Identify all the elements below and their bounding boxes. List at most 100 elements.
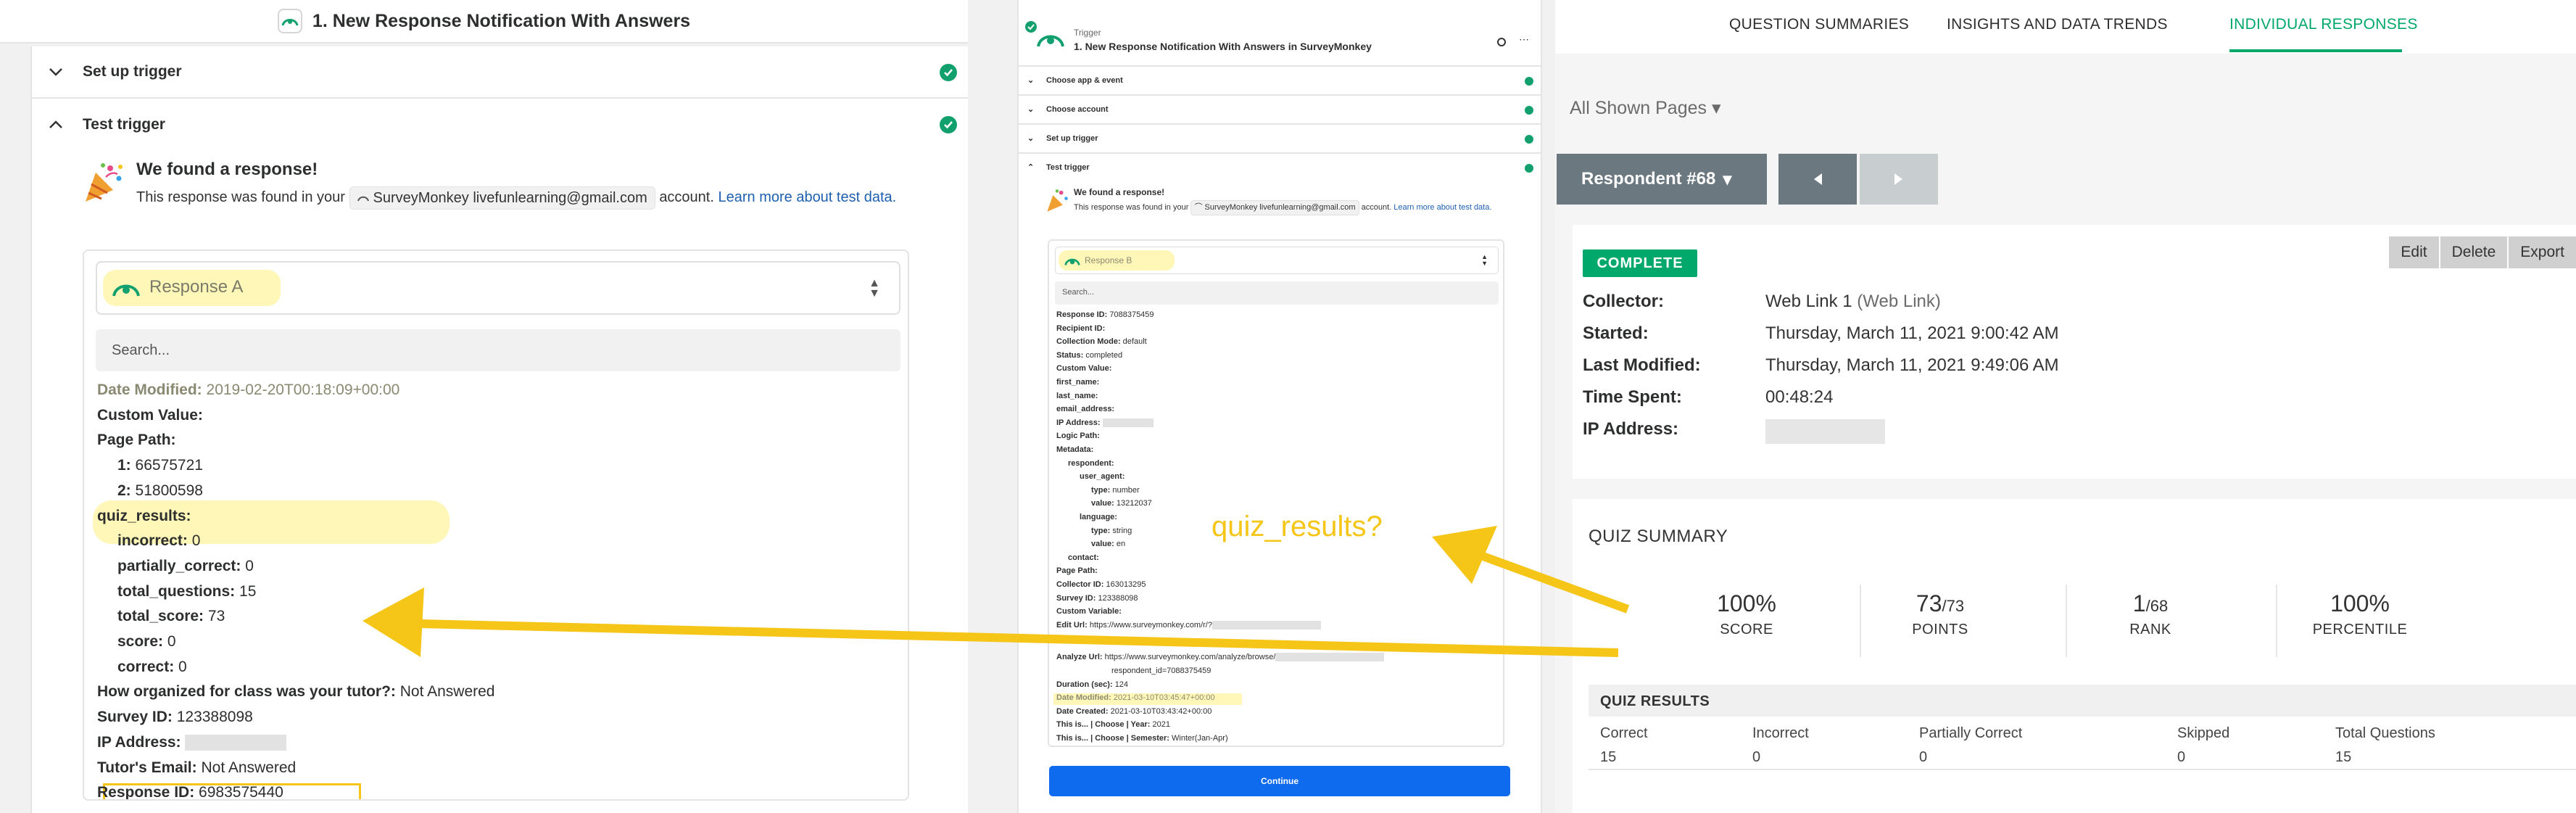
stat-value: 1/68 <box>2082 590 2219 617</box>
field-value: 13212037 <box>1116 499 1152 508</box>
found-description: This response was found in your ⌒ Survey… <box>1074 200 1523 215</box>
edit-button[interactable]: Edit <box>2389 236 2439 268</box>
field-row: first_name: <box>1056 378 1099 389</box>
field-label: Page Path: <box>97 432 176 449</box>
help-icon[interactable] <box>1497 38 1506 46</box>
detail-value: Thursday, March 11, 2021 9:49:06 AM <box>1765 355 2059 375</box>
detail-value: Thursday, March 11, 2021 9:00:42 AM <box>1765 323 2059 343</box>
more-options-icon[interactable]: ⋯ <box>1519 33 1529 46</box>
field-row: type: string <box>1091 527 1132 538</box>
previous-response-button[interactable] <box>1778 154 1857 205</box>
continue-button[interactable]: Continue <box>1049 766 1510 796</box>
setup-trigger-section[interactable]: ⌄ Set up trigger <box>1019 125 1541 154</box>
field-value: string <box>1112 526 1132 535</box>
detail-value <box>1765 419 1885 444</box>
setup-trigger-section[interactable]: Set up trigger <box>32 46 970 99</box>
results-col-value: 0 <box>2177 749 2186 765</box>
field-value: 2019-02-20T00:18:09+00:00 <box>206 381 400 398</box>
export-button[interactable]: Export <box>2509 236 2576 268</box>
results-col-value: 15 <box>1600 749 1617 765</box>
test-trigger-section[interactable]: ⌃ Test trigger <box>1019 154 1541 183</box>
chevron-up-icon <box>45 114 67 136</box>
field-row: Response ID: 6983575440 <box>97 784 283 799</box>
collector-value: Web Link 1 <box>1765 292 1852 311</box>
response-select[interactable]: Response A ▲ ▼ <box>96 261 900 315</box>
response-select[interactable]: Response B ▲ ▼ <box>1055 247 1499 274</box>
field-row: IP Address: <box>97 733 287 756</box>
stat-label: RANK <box>2129 622 2171 637</box>
respondent-dropdown[interactable]: Respondent #68 ▾ <box>1557 154 1767 205</box>
field-label: Collector ID: <box>1056 580 1104 589</box>
field-label: Date Created: <box>1056 706 1109 716</box>
redacted-value <box>1212 620 1321 630</box>
field-row: How organized for class was your tutor?:… <box>97 683 494 705</box>
quiz-results-header: QUIZ RESULTS <box>1589 685 2576 717</box>
field-label: email_address: <box>1056 405 1115 414</box>
next-response-button[interactable] <box>1860 154 1938 205</box>
field-value: 163013295 <box>1106 580 1146 589</box>
pages-filter-dropdown[interactable]: All Shown Pages ▾ <box>1570 97 1721 119</box>
choose-app-section[interactable]: ⌄ Choose app & event <box>1019 67 1541 96</box>
zap-step-title: 1. New Response Notification With Answer… <box>312 10 691 31</box>
field-row: total_questions: 15 <box>117 583 256 605</box>
status-badge: COMPLETE <box>1583 249 1697 277</box>
arrow-right-icon <box>1894 173 1902 185</box>
detail-label: IP Address: <box>1583 419 1679 439</box>
field-label: score: <box>117 633 164 650</box>
account-name: SurveyMonkey livefunlearning@gmail.com <box>1204 203 1356 212</box>
choose-account-section[interactable]: ⌄ Choose account <box>1019 96 1541 125</box>
field-row: contact: <box>1068 553 1099 565</box>
detail-label: Time Spent: <box>1583 387 1682 407</box>
divider <box>1860 585 1861 657</box>
field-label: value: <box>1091 540 1114 549</box>
chevron-down-icon: ⌄ <box>1027 76 1035 85</box>
stat-value: 100% <box>1678 590 1815 617</box>
test-trigger-section[interactable]: Test trigger <box>32 99 970 151</box>
field-label: Logic Path: <box>1056 432 1100 441</box>
field-row: total_score: 73 <box>117 608 225 630</box>
zap-step-header[interactable]: 1. New Response Notification With Answer… <box>0 0 968 44</box>
field-value: 124 <box>1114 680 1129 689</box>
response-data-box: Response B ▲ ▼ Search... Response ID: 708… <box>1048 239 1504 747</box>
field-label: Collection Mode: <box>1056 337 1121 347</box>
tab-question-summaries[interactable]: QUESTION SUMMARIES <box>1729 16 1909 33</box>
response-select-value: Response B <box>1085 255 1132 265</box>
redacted-value <box>185 735 287 751</box>
field-row: Status: completed <box>1056 351 1122 363</box>
field-row: Recipient ID: <box>1056 324 1105 336</box>
zap-editor-panel: 1. New Response Notification With Answer… <box>0 0 970 813</box>
field-row: Duration (sec): 124 <box>1056 680 1128 692</box>
field-row: Logic Path: <box>1056 432 1100 443</box>
field-value: https://www.surveymonkey.com/r/? <box>1089 620 1212 630</box>
field-label: first_name: <box>1056 378 1100 387</box>
field-value: respondent_id=7088375459 <box>1111 667 1212 675</box>
field-label: Date Modified: <box>1056 693 1111 703</box>
field-label: Custom Value: <box>1056 364 1112 374</box>
check-icon <box>1525 135 1533 144</box>
delete-button[interactable]: Delete <box>2440 236 2508 268</box>
results-col-value: 15 <box>2335 749 2352 765</box>
search-input[interactable]: Search... <box>96 329 900 371</box>
learn-more-link[interactable]: Learn more about test data. <box>1393 203 1491 212</box>
learn-more-link[interactable]: Learn more about test data. <box>718 189 896 205</box>
chevron-down-icon: ⌄ <box>1027 105 1035 114</box>
account-pill: SurveyMonkey livefunlearning@gmail.com <box>349 186 655 210</box>
field-label: 1: <box>117 457 131 474</box>
chevron-down-icon: ⌄ <box>1027 134 1035 143</box>
caret-down-icon: ▾ <box>1723 169 1732 189</box>
field-row: email_address: <box>1056 405 1114 416</box>
found-prefix: This response was found in your <box>1074 203 1189 212</box>
field-label: correct: <box>117 658 175 675</box>
field-label: Custom Variable: <box>1056 607 1122 616</box>
section-label: Test trigger <box>1046 163 1090 172</box>
active-tab-indicator <box>2229 49 2402 52</box>
search-input[interactable]: Search... <box>1055 281 1499 305</box>
field-label: Tutor's Email: <box>97 759 197 776</box>
found-title: We found a response! <box>1074 187 1165 197</box>
tab-individual-responses[interactable]: INDIVIDUAL RESPONSES <box>2229 16 2418 33</box>
pages-filter-label: All Shown Pages <box>1570 98 1707 118</box>
field-row: Custom Value: <box>1056 364 1111 376</box>
found-title: We found a response! <box>136 160 318 179</box>
tab-insights-trends[interactable]: INSIGHTS AND DATA TRENDS <box>1947 16 2168 33</box>
field-label: IP Address: <box>97 733 181 751</box>
